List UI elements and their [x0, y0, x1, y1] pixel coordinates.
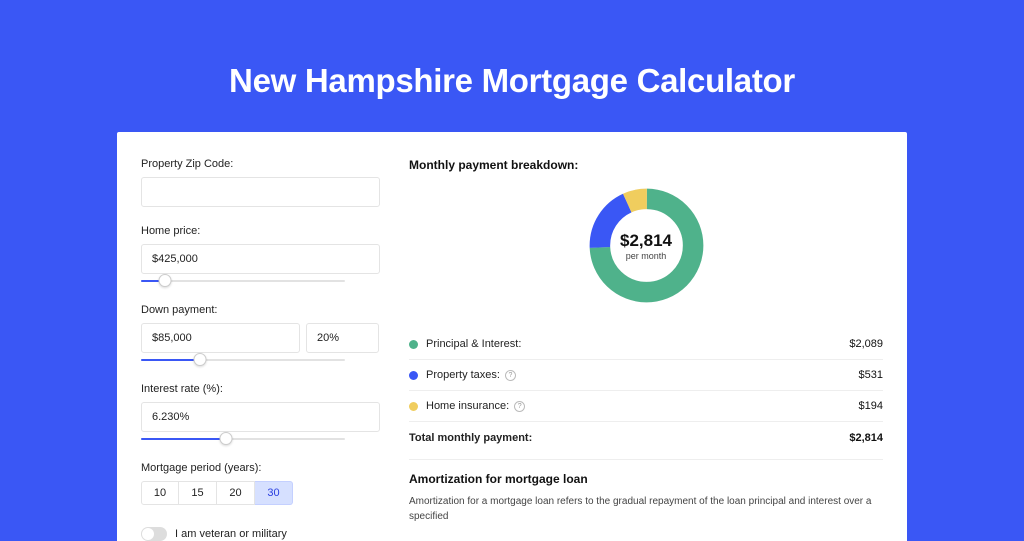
- calculator-card: Property Zip Code: Home price: Down paym…: [117, 132, 907, 541]
- zip-input[interactable]: [141, 177, 380, 207]
- period-option-20[interactable]: 20: [217, 481, 255, 505]
- donut-value: $2,814: [620, 231, 672, 251]
- zip-field-block: Property Zip Code:: [141, 158, 385, 207]
- legend-value: $194: [859, 400, 883, 412]
- down-payment-percent-input[interactable]: [306, 323, 379, 353]
- legend-dot-icon: [409, 371, 418, 380]
- donut-sub: per month: [620, 251, 672, 261]
- home-price-block: Home price:: [141, 225, 385, 288]
- slider-fill: [141, 359, 200, 361]
- period-option-15[interactable]: 15: [179, 481, 217, 505]
- legend-value: $531: [859, 369, 883, 381]
- down-payment-label: Down payment:: [141, 304, 385, 316]
- interest-rate-block: Interest rate (%):: [141, 383, 385, 446]
- home-price-slider[interactable]: [141, 276, 385, 288]
- interest-rate-label: Interest rate (%):: [141, 383, 385, 395]
- interest-rate-input[interactable]: [141, 402, 380, 432]
- down-payment-block: Down payment:: [141, 304, 385, 367]
- legend-label: Property taxes:?: [426, 369, 859, 381]
- legend-dot-icon: [409, 402, 418, 411]
- amortization-text: Amortization for a mortgage loan refers …: [409, 494, 883, 524]
- period-option-30[interactable]: 30: [255, 481, 293, 505]
- info-icon[interactable]: ?: [505, 370, 516, 381]
- veteran-toggle[interactable]: [141, 527, 167, 541]
- down-payment-amount-input[interactable]: [141, 323, 300, 353]
- total-label: Total monthly payment:: [409, 432, 849, 444]
- slider-thumb[interactable]: [220, 432, 233, 445]
- info-icon[interactable]: ?: [514, 401, 525, 412]
- zip-label: Property Zip Code:: [141, 158, 385, 170]
- veteran-label: I am veteran or military: [175, 528, 287, 540]
- slider-fill: [141, 438, 226, 440]
- legend-value: $2,089: [849, 338, 883, 350]
- down-payment-slider[interactable]: [141, 355, 385, 367]
- period-option-10[interactable]: 10: [141, 481, 179, 505]
- divider: [409, 459, 883, 460]
- legend-label: Home insurance:?: [426, 400, 859, 412]
- donut-wrap: $2,814 per month: [409, 184, 883, 307]
- slider-thumb[interactable]: [159, 274, 172, 287]
- donut-center: $2,814 per month: [620, 231, 672, 261]
- donut-chart: $2,814 per month: [585, 184, 708, 307]
- slider-thumb[interactable]: [193, 353, 206, 366]
- period-label: Mortgage period (years):: [141, 462, 385, 474]
- breakdown-title: Monthly payment breakdown:: [409, 158, 883, 172]
- period-block: Mortgage period (years): 10152030: [141, 462, 385, 505]
- home-price-input[interactable]: [141, 244, 380, 274]
- legend-row: Principal & Interest:$2,089: [409, 329, 883, 360]
- period-options: 10152030: [141, 481, 385, 505]
- legend-row: Property taxes:?$531: [409, 360, 883, 391]
- total-value: $2,814: [849, 432, 883, 444]
- veteran-row: I am veteran or military: [141, 527, 385, 541]
- legend: Principal & Interest:$2,089Property taxe…: [409, 329, 883, 422]
- amortization-title: Amortization for mortgage loan: [409, 472, 883, 486]
- legend-row: Home insurance:?$194: [409, 391, 883, 422]
- page-title: New Hampshire Mortgage Calculator: [0, 0, 1024, 100]
- legend-dot-icon: [409, 340, 418, 349]
- home-price-label: Home price:: [141, 225, 385, 237]
- inputs-panel: Property Zip Code: Home price: Down paym…: [117, 158, 385, 541]
- legend-label: Principal & Interest:: [426, 338, 849, 350]
- breakdown-panel: Monthly payment breakdown: $2,814 per mo…: [385, 158, 907, 541]
- interest-rate-slider[interactable]: [141, 434, 385, 446]
- total-row: Total monthly payment: $2,814: [409, 422, 883, 453]
